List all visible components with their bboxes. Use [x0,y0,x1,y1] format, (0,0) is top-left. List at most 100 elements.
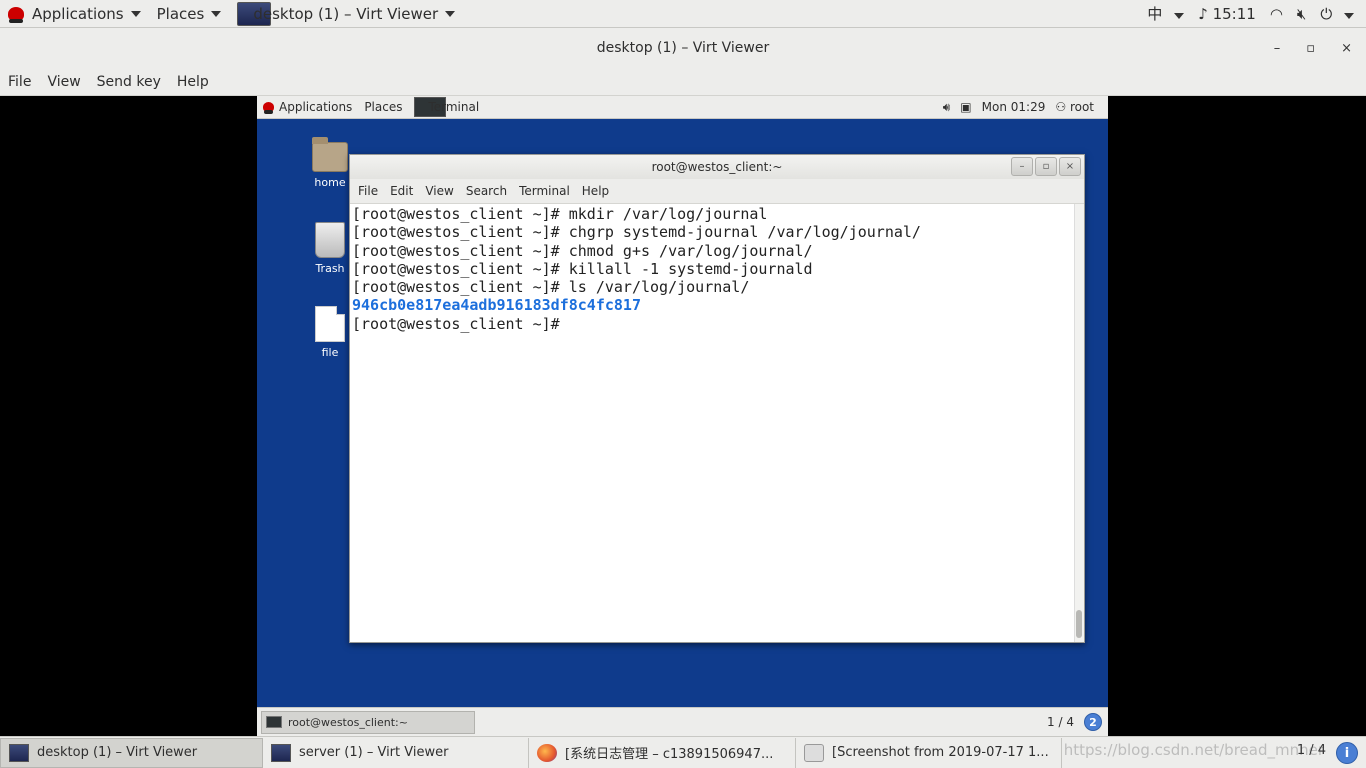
host-top-panel: Applications Places desktop (1) – Virt V… [0,0,1366,28]
guest-user-menu[interactable]: ⚇ root [1055,100,1094,114]
terminal-line: [root@westos_client ~]# chgrp systemd-jo… [352,223,921,242]
host-places-label: Places [156,4,205,23]
guest-top-panel: Applications Places Terminal 🔊︎ ▣ Mon 01… [257,96,1108,119]
terminal-menu-terminal[interactable]: Terminal [513,184,576,198]
viewer-title-bar: desktop (1) – Virt Viewer – ▫ × [0,28,1366,68]
host-task-server-viewer[interactable]: server (1) – Virt Viewer [263,737,529,768]
guest-active-app[interactable]: Terminal [408,96,485,119]
host-task-firefox[interactable]: [系统日志管理 – c13891506947... [529,737,796,768]
guest-clock[interactable]: Mon 01:29 [982,100,1046,114]
terminal-line: [root@westos_client ~]# ls /var/log/jour… [352,278,750,297]
terminal-menu-file[interactable]: File [352,184,384,198]
terminal-icon [266,716,282,728]
file-icon [315,306,345,342]
virt-viewer-icon [271,743,291,762]
terminal-title-bar[interactable]: root@westos_client:~ – ▫ × [350,155,1084,179]
terminal-maximize-button[interactable]: ▫ [1035,157,1057,176]
redhat-logo-icon [263,102,274,114]
host-notification-icon[interactable]: i [1336,742,1358,764]
host-task-label: [Screenshot from 2019-07-17 1... [832,745,1049,760]
host-applications-menu[interactable]: Applications [0,0,149,28]
trash-icon [315,222,345,258]
guest-task-terminal[interactable]: root@westos_client:~ [261,710,475,734]
chevron-down-icon [1344,12,1354,19]
viewer-window-controls: – ▫ × [1274,28,1352,68]
guest-workspace-label: 1 / 4 [1047,715,1074,729]
viewer-menu-send-key[interactable]: Send key [89,74,169,90]
terminal-menu-search[interactable]: Search [460,184,513,198]
terminal-title: root@westos_client:~ [651,160,783,174]
volume-icon[interactable]: 🔊︎ [943,100,951,115]
guest-display[interactable]: Applications Places Terminal 🔊︎ ▣ Mon 01… [257,96,1108,736]
volume-muted-icon[interactable]: 🔇︎ [1297,5,1306,23]
folder-icon [312,137,348,172]
chevron-down-icon [1174,13,1185,19]
terminal-menu-edit[interactable]: Edit [384,184,419,198]
host-workspace-label[interactable]: 1 / 4 [1297,743,1326,758]
desktop-icon-label: Trash [315,262,345,275]
maximize-button[interactable]: ▫ [1306,41,1315,56]
guest-task-label: root@westos_client:~ [288,715,408,729]
desktop-icon-label: home [314,176,346,189]
redhat-logo-icon [8,6,24,23]
host-taskbar: desktop (1) – Virt Viewer server (1) – V… [0,736,1366,768]
terminal-window-controls: – ▫ × [1011,157,1081,176]
guest-applications-menu[interactable]: Applications [257,96,358,119]
terminal-line: [root@westos_client ~]# chmod g+s /var/l… [352,241,813,260]
guest-places-label: Places [364,100,403,114]
chevron-down-icon [130,10,141,17]
viewer-menu-file[interactable]: File [0,74,39,90]
virt-viewer-icon [9,743,29,762]
host-task-screenshot[interactable]: [Screenshot from 2019-07-17 1... [796,737,1062,768]
terminal-scrollbar-thumb[interactable] [1076,610,1082,638]
host-applications-label: Applications [32,4,124,23]
terminal-line: [root@westos_client ~]# mkdir /var/log/j… [352,205,768,223]
guest-system-tray: 🔊︎ ▣ Mon 01:29 ⚇ root [943,100,1108,115]
chevron-down-icon [211,10,222,17]
viewer-menu-view[interactable]: View [39,74,88,90]
terminal-line: [root@westos_client ~]# killall -1 syste… [352,259,813,278]
host-task-label: [系统日志管理 – c13891506947... [565,747,774,762]
host-places-menu[interactable]: Places [149,0,230,28]
terminal-menu-view[interactable]: View [419,184,459,198]
notification-badge[interactable]: 2 [1084,713,1102,731]
guest-places-menu[interactable]: Places [358,96,408,119]
desktop-icon-file[interactable]: file [307,306,353,359]
host-task-label: server (1) – Virt Viewer [299,745,449,760]
terminal-line-directory: 946cb0e817ea4adb916183df8c4fc817 [352,296,641,315]
terminal-close-button[interactable]: × [1059,157,1081,176]
viewer-menu-help[interactable]: Help [169,74,217,90]
input-method-indicator[interactable]: 中 [1147,3,1185,24]
terminal-scrollbar[interactable] [1074,204,1084,642]
desktop-icon-trash[interactable]: Trash [307,222,353,275]
terminal-menu-bar: File Edit View Search Terminal Help [350,179,1084,204]
watermark: https://blog.csdn.net/bread_mnner [1063,741,1324,759]
host-active-window-label: desktop (1) – Virt Viewer [253,4,439,23]
chevron-down-icon [445,10,456,17]
input-hook-icon: ♪ [1198,4,1208,23]
wifi-icon[interactable]: ◠ [1270,5,1283,23]
guest-active-app-label: Terminal [428,100,480,114]
guest-applications-label: Applications [279,100,353,114]
power-icon[interactable]: ⏻ [1320,5,1354,23]
terminal-window[interactable]: root@westos_client:~ – ▫ × File Edit Vie… [349,154,1085,643]
viewer-menu-bar: File View Send key Help [0,68,1366,96]
terminal-menu-help[interactable]: Help [576,184,615,198]
terminal-output[interactable]: [root@westos_client ~]# mkdir /var/log/j… [350,204,1074,642]
network-icon[interactable]: ▣ [960,100,971,114]
firefox-icon [537,743,557,762]
minimize-button[interactable]: – [1274,41,1281,56]
viewer-title: desktop (1) – Virt Viewer [596,40,770,56]
host-system-tray: 中 ♪ 15:11 ◠ 🔇︎ ⏻ [1147,3,1366,24]
image-viewer-icon [804,743,824,762]
host-active-window-menu[interactable]: desktop (1) – Virt Viewer [229,0,463,28]
clock[interactable]: ♪ 15:11 [1198,5,1256,23]
terminal-prompt-line: [root@westos_client ~]# [352,314,569,333]
guest-workspace-switcher[interactable]: 1 / 4 2 [1047,713,1102,731]
host-task-desktop-viewer[interactable]: desktop (1) – Virt Viewer [0,737,263,768]
desktop-icon-home[interactable]: home [307,137,353,189]
close-button[interactable]: × [1341,41,1352,56]
terminal-minimize-button[interactable]: – [1011,157,1033,176]
desktop-icon-label: file [321,346,339,359]
user-icon: ⚇ [1055,100,1067,114]
